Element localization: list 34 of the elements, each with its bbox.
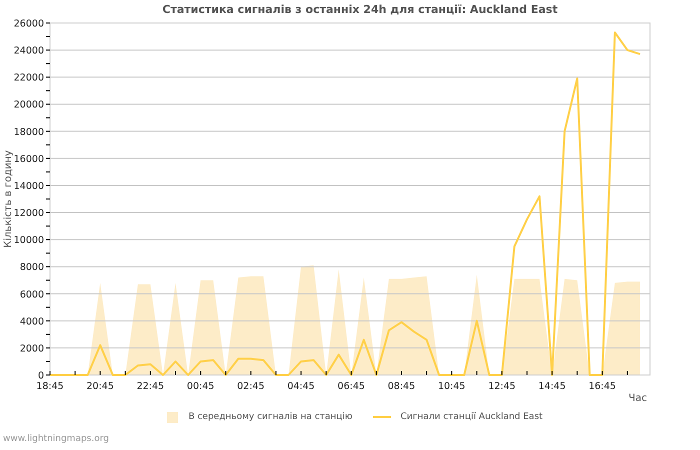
- y-tick-label: 24000: [14, 46, 44, 57]
- x-tick-label: 08:45: [388, 381, 416, 392]
- y-tick-label: 20000: [14, 100, 44, 111]
- y-tick-label: 18000: [14, 126, 44, 138]
- x-tick-label: 20:45: [86, 381, 114, 392]
- line-legend-swatch: [372, 416, 390, 418]
- y-tick-label: 22000: [14, 72, 44, 84]
- chart-title: Статистика сигналів з останніх 24h для станції: Auckland East: [162, 2, 558, 16]
- site-url: www.lightningmaps.org: [2, 434, 110, 444]
- x-tick-label: 16:45: [588, 381, 616, 392]
- x-tick-label: 14:45: [538, 381, 566, 392]
- x-tick-label: 00:45: [186, 381, 214, 392]
- y-tick-label: 10000: [14, 235, 44, 246]
- legend-label: В середньому сигналів на станцію: [188, 412, 352, 422]
- area-legend-swatch: [167, 412, 178, 422]
- y-tick-label: 0: [38, 370, 44, 382]
- legend-label: Сигнали станції Auckland East: [400, 412, 543, 422]
- x-axis-title: Час: [628, 393, 647, 402]
- x-tick-label: 22:45: [136, 381, 164, 392]
- x-tick-label: 06:45: [338, 381, 365, 392]
- y-tick-label: 8000: [20, 262, 44, 274]
- y-tick-label: 6000: [20, 289, 44, 300]
- y-tick-label: 16000: [14, 154, 44, 165]
- x-tick-label: 02:45: [237, 381, 265, 392]
- y-tick-label: 2000: [20, 343, 44, 354]
- y-tick-label: 4000: [20, 316, 44, 328]
- x-tick-label: 10:45: [438, 381, 466, 392]
- y-tick-label: 14000: [14, 180, 44, 192]
- x-tick-label: 18:45: [36, 381, 64, 392]
- x-tick-label: 12:45: [488, 381, 516, 392]
- y-tick-label: 26000: [14, 18, 44, 30]
- y-tick-label: 12000: [14, 208, 44, 220]
- x-tick-label: 04:45: [287, 381, 315, 392]
- y-axis-title: Кількість в годину: [3, 150, 14, 248]
